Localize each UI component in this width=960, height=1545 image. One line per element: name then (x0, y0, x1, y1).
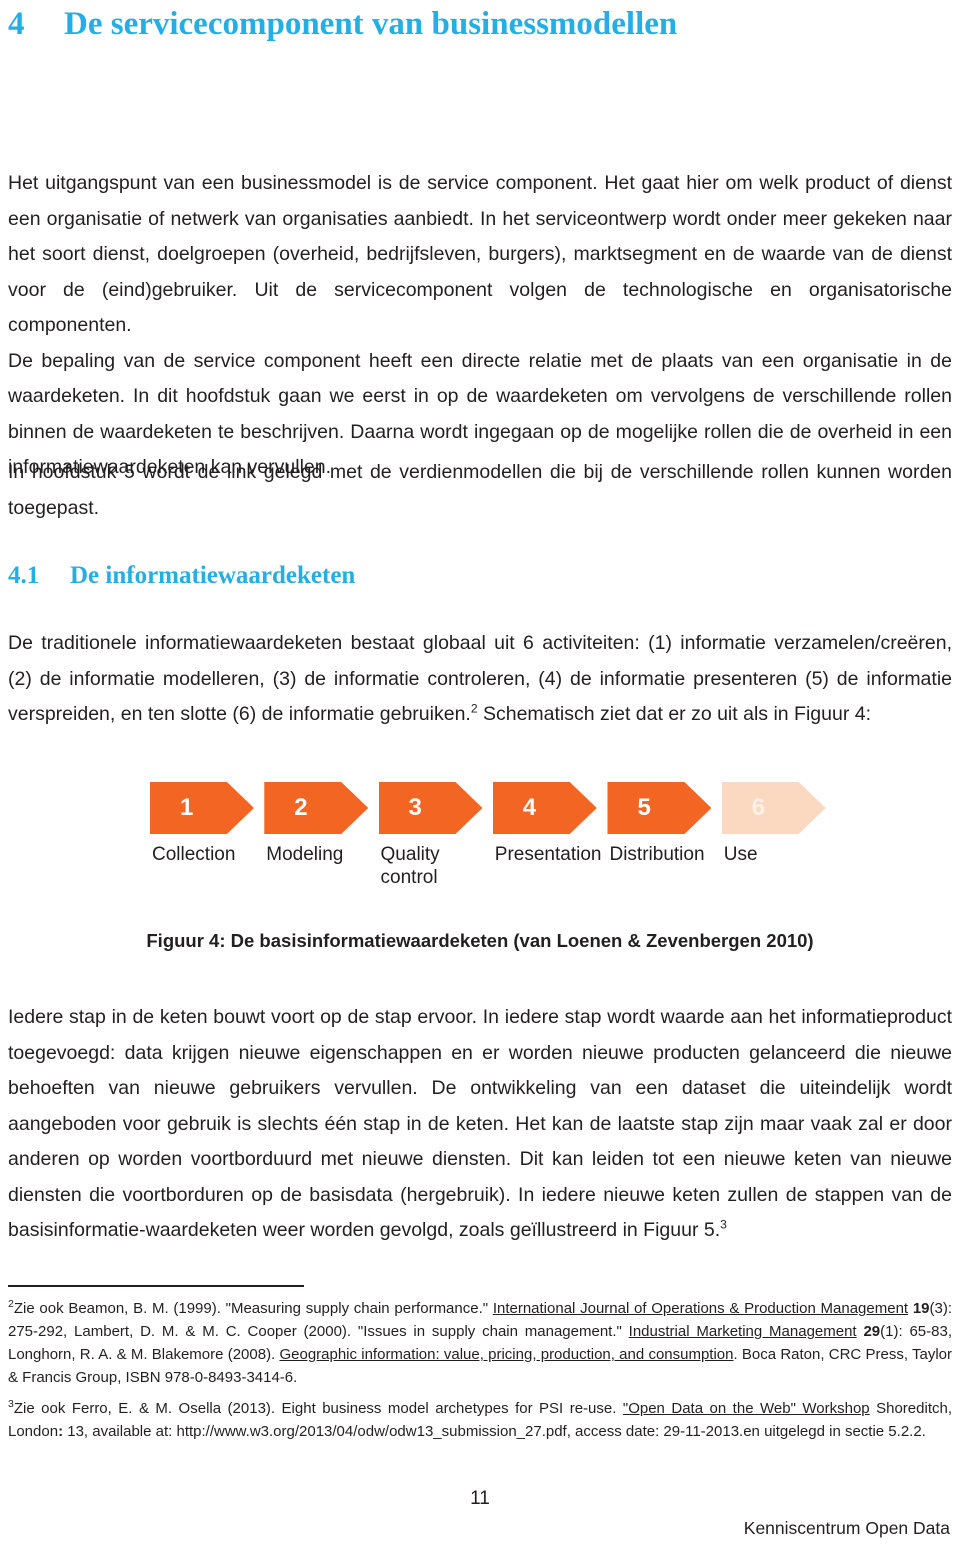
chevron-step-3: 3 Quality control (378, 782, 487, 889)
page-number: 11 (470, 1488, 490, 1509)
chevron-label: Distribution (609, 844, 705, 865)
footnote-3: 3Zie ook Ferro, E. & M. Osella (2013). E… (8, 1397, 952, 1443)
chevron-shape-icon: 5 (607, 782, 712, 834)
section-number: 4.1 (8, 562, 40, 589)
footnote-text: Zie ook Beamon, B. M. (1999). "Measuring… (8, 1300, 953, 1386)
section-heading: 4.1 De informatiewaardeketen (8, 560, 952, 592)
figure-caption: Figuur 4: De basisinformatiewaardeketen … (146, 930, 814, 951)
chevron-step-1: 1 Collection (150, 782, 258, 866)
chapter-number: 4 (8, 6, 25, 42)
chevron-step-5: 5 Distribution (607, 782, 715, 866)
footnote-list: 2Zie ook Beamon, B. M. (1999). "Measurin… (8, 1297, 952, 1443)
section-title: De informatiewaardeketen (70, 562, 356, 589)
chevron-number: 1 (180, 794, 194, 821)
footnote-2: 2Zie ook Beamon, B. M. (1999). "Measurin… (8, 1297, 952, 1389)
chevron-step-6: 6 Use (721, 782, 830, 866)
footer-organisation: Kenniscentrum Open Data (743, 1518, 950, 1538)
chevron-number: 4 (522, 794, 537, 821)
figure-4-value-chain: 1 Collection 2 Modeling 3 Quality contro… (150, 782, 830, 912)
footnote-marker-3[interactable]: 3 (720, 1218, 727, 1232)
chevron-number: 3 (408, 794, 422, 821)
chapter-heading: 4 De servicecomponent van businessmodelle… (8, 4, 952, 44)
chevron-label: Presentation (494, 844, 602, 865)
intro-paragraph-3: In hoofdstuk 5 wordt de link gelegd met … (8, 461, 952, 519)
keten-text-block: Iedere stap in de keten bouwt voort op d… (8, 1000, 952, 1249)
chevron-shape-icon: 4 (492, 782, 597, 834)
chevron-label: Quality control (380, 844, 440, 888)
footnote-separator (8, 1285, 304, 1287)
chevron-step-2: 2 Modeling (264, 782, 372, 866)
chevron-label: Use (723, 844, 758, 865)
chevron-label: Collection (152, 844, 236, 865)
intro-paragraph-1: Het uitgangspunt van een businessmodel i… (8, 172, 952, 336)
chevron-number: 5 (637, 794, 651, 821)
chapter-title: De servicecomponent van businessmodellen (64, 6, 678, 42)
footnote-text: Zie ook Ferro, E. & M. Osella (2013). Ei… (8, 1400, 952, 1440)
section-paragraph-1-part2: Schematisch ziet dat er zo uit als in Fi… (477, 703, 871, 725)
chevron-row: 1 Collection 2 Modeling 3 Quality contro… (150, 782, 830, 889)
intro-text-block: Het uitgangspunt van een businessmodel i… (8, 166, 952, 486)
chevron-number: 2 (294, 794, 308, 821)
keten-paragraph-text: Iedere stap in de keten bouwt voort op d… (8, 1006, 952, 1241)
chevron-number: 6 (751, 794, 766, 821)
chevron-shape-icon: 1 (150, 782, 254, 834)
chevron-shape-icon: 6 (721, 782, 826, 834)
section-paragraph-1: De traditionele informatiewaardeketen be… (8, 626, 952, 733)
keten-paragraph: Iedere stap in de keten bouwt voort op d… (8, 1000, 952, 1249)
chevron-shape-icon: 3 (378, 782, 483, 834)
chevron-shape-icon: 2 (264, 782, 369, 834)
document-page: 4 De servicecomponent van businessmodelle… (0, 0, 960, 1545)
hoofdstuk5-text-block: In hoofdstuk 5 wordt de link gelegd met … (8, 455, 952, 526)
footnote-marker-2[interactable]: 2 (471, 702, 478, 716)
section-text-block: De traditionele informatiewaardeketen be… (8, 626, 952, 733)
chevron-step-4: 4 Presentation (492, 782, 602, 866)
chevron-label: Modeling (266, 844, 344, 865)
